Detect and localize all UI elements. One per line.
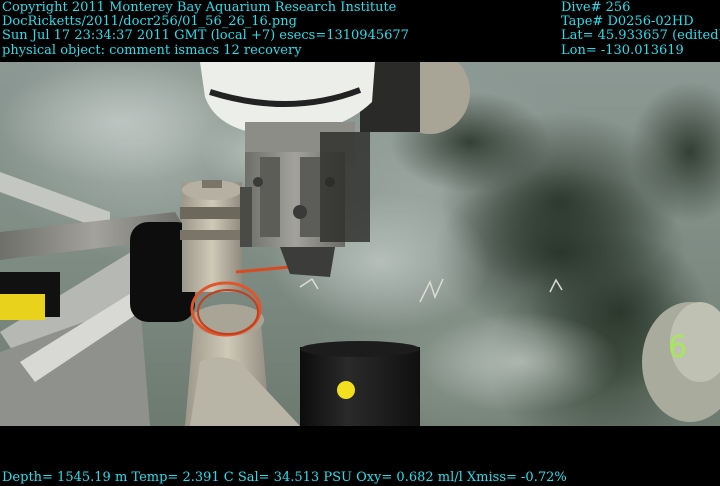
tape-number: Tape# D0256-02HD [561,14,694,29]
video-frame: Copyright 2011 Monterey Bay Aquarium Res… [0,0,720,486]
filename-line: DocRicketts/2011/docr256/01_56_26_16.png [2,14,297,29]
seafloor-scene: 6 [0,62,720,426]
copyright-line: Copyright 2011 Monterey Bay Aquarium Res… [2,0,397,15]
physical-object-line: physical object: comment ismacs 12 recov… [2,43,302,58]
sampler-canister-background [360,62,470,134]
dive-number: Dive# 256 [561,0,631,15]
ctd-readout: Depth= 1545.19 m Temp= 2.391 C Sal= 34.5… [2,470,567,485]
telemetry-header: Copyright 2011 Monterey Bay Aquarium Res… [0,0,720,62]
longitude: Lon= -130.013619 [561,43,684,58]
latitude: Lat= 45.933657 (edited) [561,28,720,43]
telemetry-footer: Depth= 1545.19 m Temp= 2.391 C Sal= 34.5… [0,426,720,486]
timestamp-line: Sun Jul 17 23:34:37 2011 GMT (local +7) … [2,28,409,43]
black-cylinder [300,341,420,426]
scene-illustration: 6 [0,62,720,426]
marker-number: 6 [668,330,687,365]
yellow-dot-marker [337,381,355,399]
